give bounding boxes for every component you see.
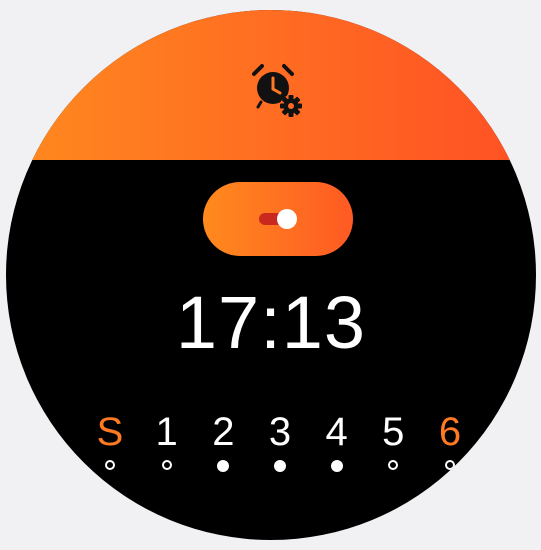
day-indicator <box>217 460 230 472</box>
day-label: 3 <box>268 410 292 454</box>
alarm-time[interactable]: 17:13 <box>6 278 536 368</box>
watch-face: 17:13 S 1 2 3 4 5 6 <box>6 10 536 540</box>
day-wednesday[interactable]: 3 <box>260 408 300 472</box>
alarm-settings-icon[interactable] <box>246 60 310 124</box>
day-tuesday[interactable]: 2 <box>203 408 243 472</box>
day-saturday[interactable]: 6 <box>430 408 470 472</box>
day-indicator <box>105 460 115 470</box>
day-sunday[interactable]: S <box>90 408 130 472</box>
day-label: 2 <box>212 410 235 454</box>
day-indicator <box>161 460 172 470</box>
day-label: 6 <box>438 410 462 454</box>
day-label: 4 <box>325 410 348 454</box>
repeat-days: S 1 2 3 4 5 6 <box>90 408 470 472</box>
day-thursday[interactable]: 4 <box>317 408 357 472</box>
day-indicator <box>388 460 399 470</box>
day-indicator <box>330 460 343 472</box>
header-banner <box>6 10 536 160</box>
day-friday[interactable]: 5 <box>373 408 413 472</box>
day-monday[interactable]: 1 <box>147 408 187 472</box>
day-indicator <box>444 460 455 470</box>
day-label: S <box>96 410 124 454</box>
day-label: 1 <box>155 410 178 454</box>
day-indicator <box>273 460 286 472</box>
alarm-toggle-button[interactable] <box>203 182 353 256</box>
toggle-knob <box>277 209 297 229</box>
day-label: 5 <box>382 410 405 454</box>
